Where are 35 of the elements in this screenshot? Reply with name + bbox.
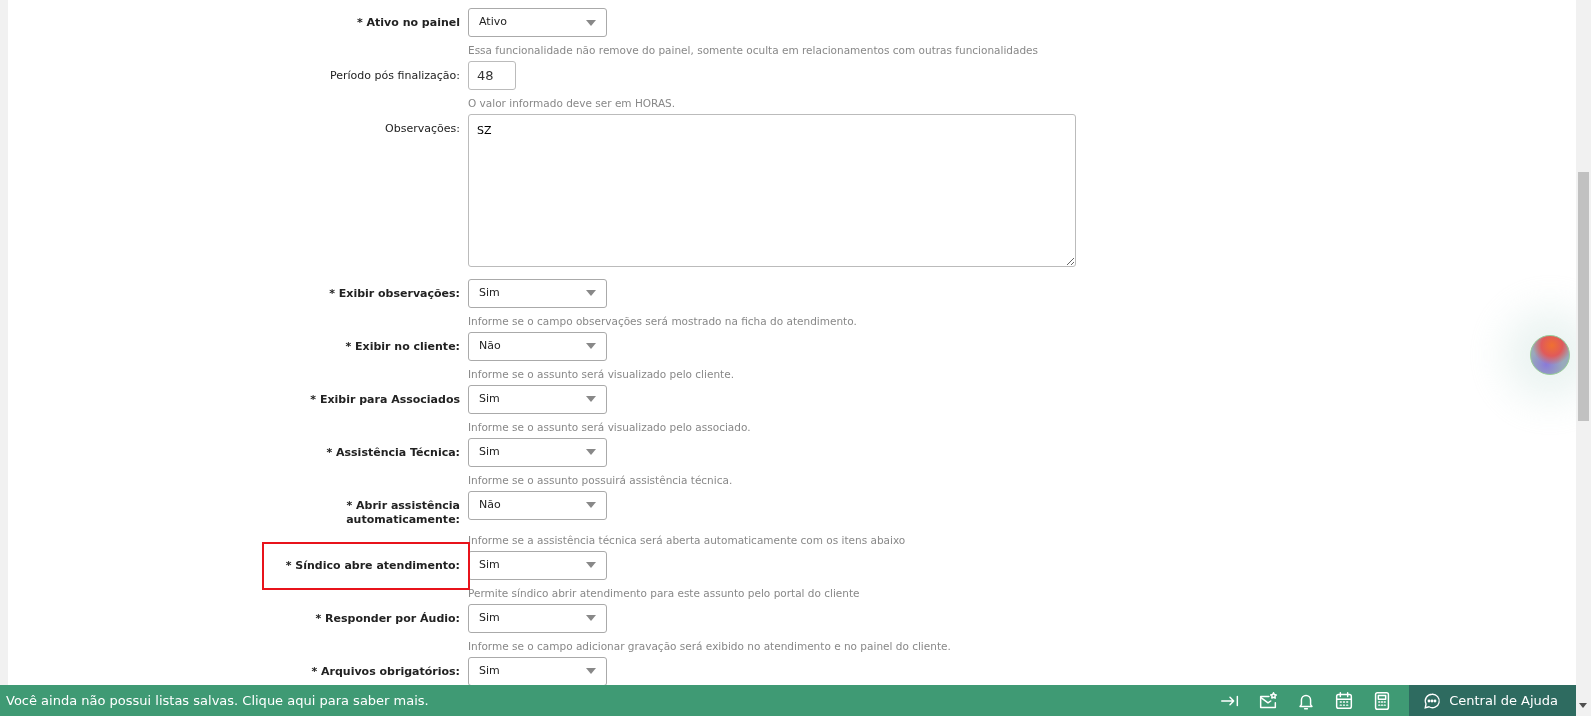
dropdown[interactable]: Sim <box>468 384 607 414</box>
field-label: * Síndico abre atendimento: <box>263 543 468 588</box>
dropdown[interactable]: Sim <box>468 603 607 633</box>
dropdown[interactable]: Sim <box>468 278 607 308</box>
help-text: Informe se o assunto será visualizado pelo associado. <box>468 419 752 434</box>
help-text: Informe se o assunto será visualizado pelo cliente. <box>468 366 735 381</box>
field-label: * Exibir observações: <box>329 285 460 302</box>
field-label: * Abrir assistência automaticamente: <box>345 497 460 527</box>
field-label: Período pós finalização: <box>330 68 460 84</box>
help-text: Informe se o assunto possuirá assistência técnica. <box>468 472 734 487</box>
help-center-button[interactable]: Central de Ajuda <box>1409 685 1576 716</box>
field-label: * Arquivos obrigatórios: <box>311 663 460 680</box>
scrollbar[interactable] <box>1576 0 1591 716</box>
assistant-orb-icon[interactable] <box>1530 335 1570 375</box>
field-label: Observações: <box>385 121 460 137</box>
notes-field[interactable]: SZ <box>468 114 1076 267</box>
dropdown[interactable]: Ativo <box>468 8 607 37</box>
help-text: Informe se a assistência técnica será aberta automaticamente com os itens abaixo <box>468 532 907 547</box>
help-text: Essa funcionalidade não remove do painel, somente oculta em relacionamentos com outras funcionalidades <box>468 43 1040 57</box>
help-text: O valor informado deve ser em HORAS. <box>468 96 677 110</box>
dropdown[interactable]: Não <box>468 331 607 361</box>
help-text: Permite síndico abrir atendimento para este assunto pelo portal do cliente <box>468 585 861 600</box>
field-label: * Assistência Técnica: <box>326 444 460 461</box>
field-label: * Exibir para Associados <box>310 391 460 408</box>
dropdown[interactable]: Sim <box>468 437 607 467</box>
help-text: Informe se o campo observações será mostrado na ficha do atendimento. <box>468 313 858 328</box>
help-text: Informe se o campo adicionar gravação será exibido no atendimento e no painel do cliente. <box>468 638 952 653</box>
field-label: * Ativo no painel <box>356 15 460 31</box>
dropdown[interactable]: Sim <box>468 550 607 580</box>
dropdown[interactable]: Não <box>468 490 607 520</box>
dropdown[interactable]: Sim <box>468 656 607 685</box>
chat-bubble-icon <box>1423 691 1442 710</box>
field-label: * Exibir no cliente: <box>345 338 460 355</box>
field-label: * Responder por Áudio: <box>315 610 460 627</box>
number-field[interactable]: 48 <box>468 61 516 90</box>
